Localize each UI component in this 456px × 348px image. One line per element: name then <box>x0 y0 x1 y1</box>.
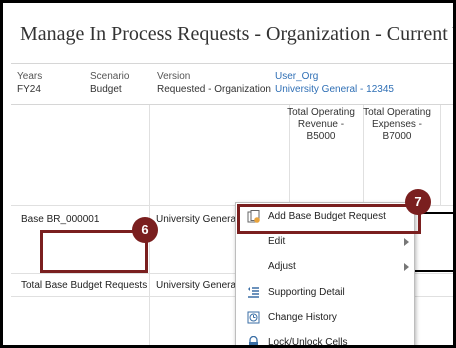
menu-item-label: Supporting Detail <box>268 287 345 298</box>
callout-badge-6: 6 <box>132 217 158 243</box>
pov-years[interactable]: Years FY24 <box>17 70 42 96</box>
pov-version-value: Requested - Organization <box>157 84 271 95</box>
row-header-base-br[interactable]: Base BR_000001 <box>21 214 99 225</box>
pov-scenario[interactable]: Scenario Budget <box>90 70 129 96</box>
annotation-line <box>411 270 453 272</box>
app-window: Manage In Process Requests - Organizatio… <box>0 0 456 348</box>
menu-item-label: Change History <box>268 312 337 323</box>
pov-years-value: FY24 <box>17 84 41 95</box>
column-header-expenses[interactable]: Total Operating Expenses - B7000 <box>362 107 432 143</box>
chevron-right-icon <box>404 238 409 246</box>
menu-item-change-history[interactable]: Change History <box>236 306 414 330</box>
pov-scenario-value: Budget <box>90 84 122 95</box>
row-header-total[interactable]: Total Base Budget Requests <box>21 280 147 291</box>
lock-icon <box>249 336 258 345</box>
row-org-cell[interactable]: University General <box>156 214 235 225</box>
pov-version-label: Version <box>157 71 191 82</box>
column-header-revenue[interactable]: Total Operating Revenue - B5000 <box>286 107 356 143</box>
pov-user-org-value: University General - 12345 <box>275 84 394 95</box>
pov-bar: Years FY24 Scenario Budget Version Reque… <box>11 63 453 105</box>
menu-item-label: Adjust <box>268 261 296 272</box>
history-icon <box>247 311 260 324</box>
pov-version[interactable]: Version Requested - Organization <box>157 70 271 96</box>
menu-item-supporting-detail[interactable]: Supporting Detail <box>236 281 414 305</box>
pov-scenario-label: Scenario <box>90 71 130 82</box>
grid-divider <box>440 105 441 205</box>
pov-user-org-label: User_Org <box>275 71 319 82</box>
page-title: Manage In Process Requests - Organizatio… <box>20 23 456 45</box>
menu-item-label: Edit <box>268 236 286 247</box>
callout-box-7 <box>237 204 421 234</box>
pov-user-org[interactable]: User_Org University General - 12345 <box>275 70 394 96</box>
callout-box-6 <box>40 230 148 273</box>
supporting-detail-icon <box>248 287 259 298</box>
menu-item-lock-unlock-cells[interactable]: Lock/Unlock Cells <box>236 331 414 348</box>
pov-years-label: Years <box>17 71 43 82</box>
callout-badge-7: 7 <box>405 189 431 215</box>
chevron-right-icon <box>404 263 409 271</box>
row-org-cell[interactable]: University General <box>156 280 235 291</box>
menu-item-label: Lock/Unlock Cells <box>268 337 348 348</box>
menu-item-adjust[interactable]: Adjust <box>236 255 414 279</box>
